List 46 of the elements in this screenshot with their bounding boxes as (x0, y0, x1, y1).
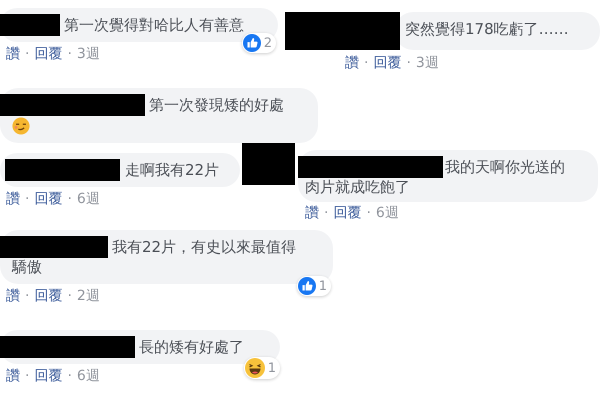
timestamp: 2週 (76, 288, 100, 304)
like-link[interactable]: 讚 (6, 368, 20, 384)
reaction-count: 2 (264, 36, 272, 50)
separator-dot: · (67, 368, 72, 384)
like-link[interactable]: 讚 (345, 55, 359, 71)
timestamp: 6週 (376, 205, 399, 221)
like-link[interactable]: 讚 (6, 46, 20, 62)
separator-dot: · (67, 288, 72, 304)
comment-text: 驕傲 (12, 257, 42, 277)
comment-text: 肉片就成吃飽了 (305, 177, 410, 197)
separator-dot: · (67, 191, 72, 207)
separator-dot: · (366, 205, 371, 221)
laughing-emoji-icon (244, 358, 265, 378)
comment-text: 我的天啊你光送的 (445, 157, 565, 177)
reply-link[interactable]: 回覆 (34, 191, 62, 207)
reply-link[interactable]: 回覆 (34, 288, 62, 304)
timestamp: 3週 (416, 55, 439, 71)
smirking-emoji-icon (12, 117, 30, 135)
reaction-count: 1 (318, 278, 327, 294)
separator-dot: · (67, 46, 72, 62)
like-link[interactable]: 讚 (305, 205, 319, 221)
thumbs-up-icon (298, 277, 316, 295)
comment-text: 突然覺得178吃虧了…… (405, 19, 569, 39)
thumbs-up-icon (242, 34, 261, 52)
comment-text: 第一次發現矮的好處 (149, 95, 284, 115)
reply-link[interactable]: 回覆 (333, 205, 362, 221)
comment-text: 第一次覺得對哈比人有善意 (64, 15, 244, 35)
reply-link[interactable]: 回覆 (373, 55, 402, 71)
separator-dot: · (364, 55, 368, 71)
like-link[interactable]: 讚 (6, 288, 20, 304)
timestamp: 6週 (76, 368, 100, 384)
separator-dot: · (324, 205, 328, 221)
comment-text: 走啊我有22片 (125, 160, 220, 180)
separator-dot: · (25, 46, 30, 62)
reaction-count: 1 (268, 360, 276, 376)
comment-text: 長的矮有好處了 (139, 337, 244, 357)
like-link[interactable]: 讚 (6, 191, 20, 207)
comment-text: 我有22片，有史以來最值得 (112, 237, 296, 257)
separator-dot: · (25, 368, 30, 384)
timestamp: 3週 (76, 46, 100, 62)
separator-dot: · (25, 288, 30, 304)
separator-dot: · (25, 191, 30, 207)
reply-link[interactable]: 回覆 (34, 46, 62, 62)
separator-dot: · (406, 55, 411, 71)
timestamp: 6週 (76, 191, 100, 207)
reply-link[interactable]: 回覆 (34, 368, 62, 384)
